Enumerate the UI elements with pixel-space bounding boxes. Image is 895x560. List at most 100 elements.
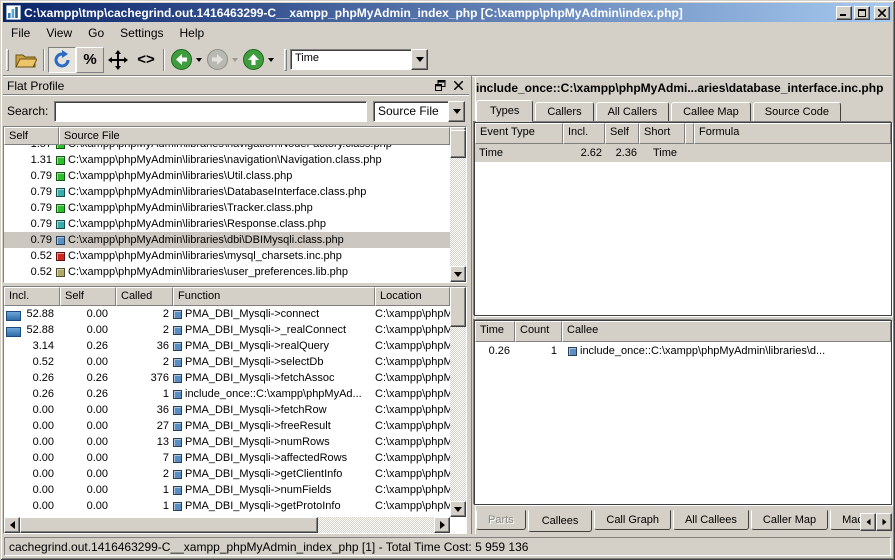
maximize-button[interactable] bbox=[854, 6, 870, 20]
column-header-incl[interactable]: Incl. bbox=[563, 123, 605, 144]
column-header-called[interactable]: Called bbox=[116, 287, 173, 306]
detail-tab[interactable]: Types bbox=[476, 100, 533, 122]
source-file-row[interactable]: 0.52 C:\xampp\phpMyAdmin\libraries\user_… bbox=[4, 264, 450, 280]
scroll-down-button[interactable] bbox=[450, 266, 466, 282]
column-header-function[interactable]: Function bbox=[173, 287, 375, 306]
up-button[interactable] bbox=[240, 47, 266, 73]
menu-item[interactable]: File bbox=[3, 23, 38, 43]
column-header-count[interactable]: Count bbox=[515, 321, 562, 342]
scrollbar-thumb[interactable] bbox=[20, 517, 318, 533]
event-type-row[interactable]: Time 2.62 2.36 Time bbox=[475, 144, 891, 162]
function-name-cell: PMA_DBI_Mysqli->numFields bbox=[173, 484, 375, 496]
forward-dropdown-button[interactable] bbox=[230, 47, 240, 73]
function-row[interactable]: 0.26 0.26 376 PMA_DBI_Mysqli->fetchAssoc… bbox=[4, 370, 450, 386]
toolbar-handle[interactable] bbox=[6, 49, 9, 71]
scroll-down-button[interactable] bbox=[450, 501, 466, 517]
up-dropdown-button[interactable] bbox=[266, 47, 276, 73]
detail-tab[interactable]: Source Code bbox=[753, 102, 841, 122]
group-by-dropdown-button[interactable] bbox=[448, 101, 465, 122]
close-panel-button[interactable] bbox=[451, 79, 465, 93]
source-file-row[interactable]: 0.79 C:\xampp\phpMyAdmin\libraries\Track… bbox=[4, 200, 450, 216]
function-row[interactable]: 0.26 0.26 1 include_once::C:\xampp\phpMy… bbox=[4, 386, 450, 402]
scrollbar-track[interactable] bbox=[20, 517, 434, 533]
menu-item[interactable]: Help bbox=[172, 23, 213, 43]
function-row[interactable]: 0.00 0.00 7 PMA_DBI_Mysqli->affectedRows… bbox=[4, 450, 450, 466]
function-table-header: Incl. Self Called Function Location bbox=[4, 287, 450, 306]
search-input[interactable] bbox=[54, 101, 367, 122]
callee-row[interactable]: 0.26 1 include_once::C:\xampp\phpMyAdmin… bbox=[475, 342, 891, 360]
forward-button[interactable] bbox=[204, 47, 230, 73]
function-row[interactable]: 0.00 0.00 13 PMA_DBI_Mysqli->numRows C:\… bbox=[4, 434, 450, 450]
function-row[interactable]: 0.00 0.00 27 PMA_DBI_Mysqli->freeResult … bbox=[4, 418, 450, 434]
percentage-button[interactable]: % bbox=[76, 47, 104, 73]
source-file-row[interactable]: 0.79 C:\xampp\phpMyAdmin\libraries\Datab… bbox=[4, 184, 450, 200]
source-file-row[interactable]: 0.79 C:\xampp\phpMyAdmin\libraries\Respo… bbox=[4, 216, 450, 232]
tab-scroll-right-button[interactable] bbox=[876, 513, 892, 531]
expand-areas-button[interactable] bbox=[104, 47, 132, 73]
column-header-formula[interactable]: Formula bbox=[694, 123, 891, 144]
column-header-short[interactable]: Short bbox=[639, 123, 685, 144]
function-table-horizontal-scrollbar[interactable] bbox=[4, 517, 450, 533]
function-row[interactable]: 0.00 0.00 1 PMA_DBI_Mysqli->numFields C:… bbox=[4, 482, 450, 498]
function-table-vertical-scrollbar[interactable] bbox=[450, 287, 466, 517]
float-panel-button[interactable] bbox=[433, 79, 447, 93]
event-type-combobox[interactable]: Time bbox=[290, 49, 428, 70]
function-row[interactable]: 0.00 0.00 2 PMA_DBI_Mysqli->getClientInf… bbox=[4, 466, 450, 482]
function-row[interactable]: 52.88 0.00 2 PMA_DBI_Mysqli->_realConnec… bbox=[4, 322, 450, 338]
detail-tab[interactable]: All Callees bbox=[673, 510, 749, 530]
function-row[interactable]: 0.00 0.00 36 PMA_DBI_Mysqli->fetchRow C:… bbox=[4, 402, 450, 418]
detail-tab[interactable]: Parts bbox=[476, 510, 526, 530]
column-header-callee[interactable]: Callee bbox=[562, 321, 891, 342]
toolbar-handle[interactable] bbox=[284, 49, 287, 71]
detail-tab[interactable]: Call Graph bbox=[594, 510, 671, 530]
menu-item[interactable]: Go bbox=[80, 23, 112, 43]
function-row[interactable]: 3.14 0.26 36 PMA_DBI_Mysqli->realQuery C… bbox=[4, 338, 450, 354]
cycle-detection-button[interactable] bbox=[48, 47, 76, 73]
function-row[interactable]: 0.52 0.00 2 PMA_DBI_Mysqli->selectDb C:\… bbox=[4, 354, 450, 370]
open-file-button[interactable] bbox=[12, 47, 40, 73]
source-file-row[interactable]: 0.79 C:\xampp\phpMyAdmin\libraries\Util.… bbox=[4, 168, 450, 184]
scrollbar-track[interactable] bbox=[450, 303, 466, 501]
scrollbar-thumb[interactable] bbox=[450, 130, 466, 158]
toolbar-separator bbox=[163, 49, 165, 71]
back-dropdown-button[interactable] bbox=[194, 47, 204, 73]
column-header-time[interactable]: Time bbox=[475, 321, 515, 342]
source-file-row[interactable]: 1.31 C:\xampp\phpMyAdmin\libraries\navig… bbox=[4, 152, 450, 168]
source-file-row[interactable]: 0.79 C:\xampp\phpMyAdmin\libraries\dbi\D… bbox=[4, 232, 450, 248]
scrollbar-track[interactable] bbox=[450, 143, 466, 266]
minimize-button[interactable] bbox=[836, 6, 852, 20]
column-header-self[interactable]: Self bbox=[60, 287, 116, 306]
title-bar[interactable]: C:\xampp\tmp\cachegrind.out.1416463299-C… bbox=[3, 3, 892, 22]
count-value: 1 bbox=[515, 345, 562, 357]
column-header-location[interactable]: Location bbox=[375, 287, 450, 306]
column-header-self[interactable]: Self bbox=[605, 123, 639, 144]
angle-brackets-icon: <> bbox=[137, 51, 155, 68]
self-cost-value: 0.26 bbox=[60, 388, 116, 400]
column-header-event-type[interactable]: Event Type bbox=[475, 123, 563, 144]
flat-profile-dock-header[interactable]: Flat Profile bbox=[3, 76, 469, 96]
column-header-source-file[interactable]: Source File bbox=[59, 127, 450, 145]
scroll-left-button[interactable] bbox=[4, 517, 20, 533]
group-by-combobox[interactable]: Source File bbox=[373, 101, 465, 122]
menu-item[interactable]: View bbox=[38, 23, 80, 43]
back-button[interactable] bbox=[168, 47, 194, 73]
relative-cost-button[interactable]: <> bbox=[132, 47, 160, 73]
scroll-right-button[interactable] bbox=[434, 517, 450, 533]
file-list-vertical-scrollbar[interactable] bbox=[450, 127, 466, 282]
scrollbar-thumb[interactable] bbox=[450, 287, 466, 327]
detail-tab[interactable]: All Callers bbox=[596, 102, 670, 122]
close-button[interactable] bbox=[874, 6, 890, 20]
column-header-incl[interactable]: Incl. bbox=[4, 287, 60, 306]
source-file-row[interactable]: 0.52 C:\xampp\phpMyAdmin\libraries\mysql… bbox=[4, 248, 450, 264]
source-file-row[interactable]: 1.57 C:\xampp\phpMyAdmin\libraries\navig… bbox=[4, 145, 450, 152]
detail-tab[interactable]: Caller Map bbox=[751, 510, 828, 530]
menu-item[interactable]: Settings bbox=[112, 23, 171, 43]
tab-scroll-left-button[interactable] bbox=[860, 513, 876, 531]
detail-tab[interactable]: Callee Map bbox=[671, 102, 751, 122]
event-type-dropdown-button[interactable] bbox=[411, 49, 428, 70]
function-row[interactable]: 52.88 0.00 2 PMA_DBI_Mysqli->connect C:\… bbox=[4, 306, 450, 322]
column-header-self[interactable]: Self bbox=[4, 127, 59, 145]
function-row[interactable]: 0.00 0.00 1 PMA_DBI_Mysqli->getProtoInfo… bbox=[4, 498, 450, 514]
detail-tab[interactable]: Callers bbox=[535, 102, 593, 122]
detail-tab[interactable]: Callees bbox=[528, 510, 593, 532]
